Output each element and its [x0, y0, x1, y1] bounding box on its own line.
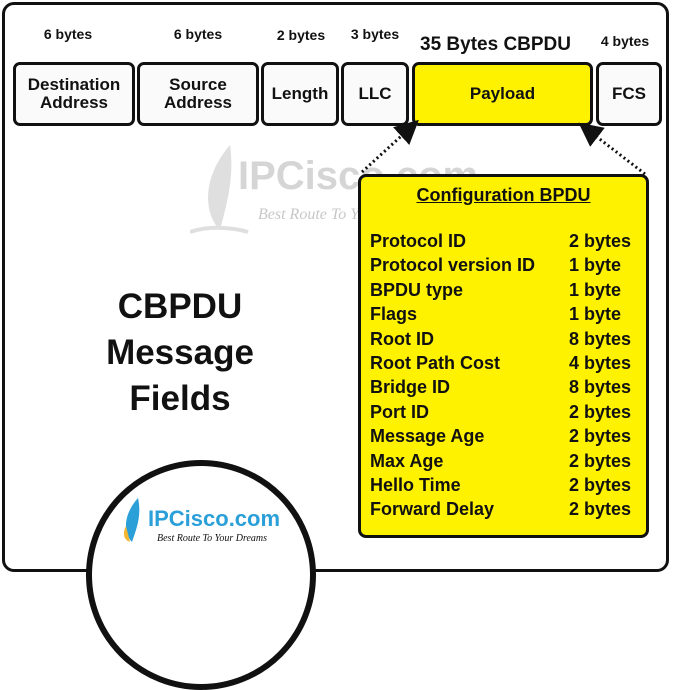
- config-row: Message Age 2 bytes: [370, 426, 640, 450]
- config-row: Root Path Cost 4 bytes: [370, 353, 640, 377]
- config-row: Protocol version ID 1 byte: [370, 255, 640, 279]
- config-row: Root ID 8 bytes: [370, 329, 640, 353]
- config-field-size: 4 bytes: [569, 353, 632, 373]
- config-row: Protocol ID 2 bytes: [370, 231, 640, 255]
- config-field-size: 1 byte: [569, 255, 622, 276]
- config-field-name: Root ID: [370, 328, 434, 349]
- config-field-name: Flags: [370, 304, 418, 325]
- title-line-2: Message: [106, 333, 254, 372]
- config-field-size: 8 bytes: [569, 377, 632, 398]
- config-field-name: Protocol version ID: [370, 255, 536, 276]
- config-field-size: 2 bytes: [569, 475, 632, 495]
- logo-brand: IPCisco.com: [148, 506, 281, 531]
- config-row: Forward Delay 2 bytes: [370, 499, 640, 523]
- configuration-bpdu-box: Configuration BPDU Protocol ID 2 bytes Pro…: [358, 174, 649, 538]
- config-field-name: Message Age: [370, 426, 485, 447]
- config-field-name: Port ID: [370, 401, 430, 422]
- config-row: Port ID 2 bytes: [370, 402, 640, 426]
- config-row: Bridge ID 8 bytes: [370, 377, 640, 401]
- config-field-size: 2 bytes: [569, 450, 632, 471]
- config-field-name: Max Age: [370, 450, 444, 471]
- config-field-size: 1 byte: [569, 279, 622, 300]
- arrow-right: [578, 122, 646, 176]
- config-field-size: 2 bytes: [569, 499, 632, 520]
- config-field-size: 2 bytes: [569, 231, 632, 251]
- config-title: Configuration BPDU: [416, 185, 591, 205]
- title-line-3: Fields: [129, 379, 231, 418]
- diagram-title: CBPDU Message Fields: [90, 284, 270, 422]
- config-field-size: 1 byte: [569, 304, 622, 325]
- config-field-name: Protocol ID: [370, 231, 467, 251]
- config-field-name: BPDU type: [370, 279, 464, 300]
- arrow-left: [360, 119, 419, 174]
- config-row: Flags 1 byte: [370, 304, 640, 328]
- config-field-size: 2 bytes: [569, 426, 632, 447]
- title-line-1: CBPDU: [117, 287, 243, 326]
- config-row: BPDU type 1 byte: [370, 280, 640, 304]
- config-field-name: Hello Time: [370, 475, 461, 495]
- config-field-size: 8 bytes: [569, 328, 632, 349]
- logo-tagline: Best Route To Your Dreams: [157, 533, 268, 544]
- config-field-size: 2 bytes: [569, 401, 632, 422]
- config-field-name: Root Path Cost: [370, 353, 500, 373]
- config-field-name: Bridge ID: [370, 377, 451, 398]
- config-field-name: Forward Delay: [370, 499, 495, 520]
- config-row: Hello Time 2 bytes: [370, 475, 640, 499]
- logo-badge: [86, 460, 316, 690]
- config-row: Max Age 2 bytes: [370, 451, 640, 475]
- sail-logo-icon: [123, 498, 140, 542]
